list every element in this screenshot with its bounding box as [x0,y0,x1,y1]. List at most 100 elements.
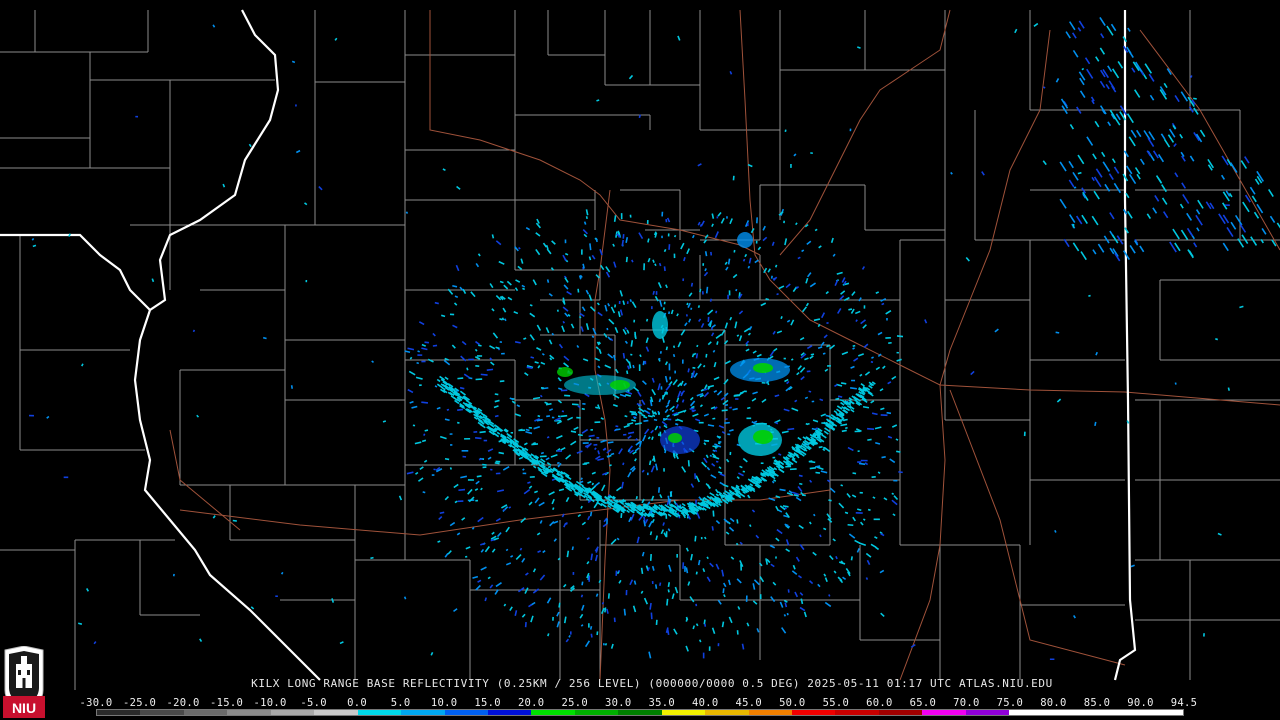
echo-pixel [570,430,577,433]
echo-pixel [733,394,741,397]
echo-pixel [478,458,483,461]
echo-pixel [545,402,552,406]
echo-pixel [635,495,638,500]
colorbar-tick-label: 35.0 [648,697,675,709]
echo-pixel [810,353,815,356]
echo-pixel [571,546,574,551]
echo-pixel [596,99,600,102]
echo-pixel [1042,86,1046,89]
echo-pixel [1239,305,1244,309]
echo-pixel [722,588,725,594]
echo-pixel [839,399,844,402]
echo-pixel [663,266,666,272]
echo-pixel [815,465,821,468]
echo-pixel [530,356,535,359]
echo-pixel [696,344,699,348]
echo-pixel [564,258,567,262]
echo-pixel [654,584,658,589]
echo-pixel [655,535,659,541]
echo-pixel [609,464,612,467]
echo-pixel [604,643,608,646]
echo-pixel [844,511,849,515]
colorbar-segment [1052,710,1097,715]
colorbar-segment [183,710,228,715]
echo-pixel [409,356,413,360]
echo-pixel [606,608,609,614]
echo-pixel [503,318,507,322]
reflectivity-colorbar [96,709,1184,716]
colorbar-tick-label: 85.0 [1083,697,1111,709]
echo-pixel [667,582,671,588]
echo-pixel [1193,97,1197,100]
echo-pixel [491,234,495,239]
echo-pixel [580,477,583,480]
echo-pixel [486,368,494,371]
echo-pixel [709,454,713,458]
echo-pixel [536,418,543,422]
echo-pixel [813,513,816,517]
echo-pixel [742,258,746,262]
echo-pixel [649,531,653,536]
echo-pixel [562,320,566,324]
echo-pixel [615,428,621,431]
echo-pixel [724,403,729,407]
echo-pixel [891,492,895,495]
echo-pixel [840,423,848,427]
echo-pixel [533,396,541,400]
echo-pixel [613,215,617,222]
echo-pixel [480,487,483,491]
echo-pixel [501,317,505,321]
echo-pixel [693,352,697,356]
echo-pixel [689,407,695,410]
echo-pixel [736,334,740,337]
echo-pixel [634,422,642,426]
echo-pixel [704,268,707,272]
echo-pixel [717,435,721,439]
echo-pixel [616,571,620,575]
colorbar-segment [748,710,792,715]
echo-pixel [709,298,713,302]
echo-pixel [531,443,539,446]
echo-pixel [480,373,488,376]
echo-pixel [667,589,670,593]
echo-pixel [1094,421,1097,427]
echo-pixel [585,216,588,220]
echo-pixel [551,332,555,336]
echo-pixel [514,341,521,344]
echo-pixel [716,341,719,345]
echo-pixel [872,496,876,499]
echo-pixel [799,482,803,486]
echo-pixel [895,438,899,441]
echo-pixel [657,487,661,493]
echo-pixel [439,511,445,515]
echo-pixel [755,422,763,425]
echo-pixel [518,247,521,250]
echo-pixel [622,352,626,359]
echo-pixel [808,390,812,393]
echo-pixel [691,405,695,409]
echo-pixel [881,302,885,306]
colorbar-tick-label: 0.0 [347,697,368,709]
echo-pixel [498,451,505,455]
echo-pixel [508,506,512,509]
echo-pixel [568,634,571,638]
echo-pixel [606,455,611,458]
echo-pixel [416,361,420,365]
echo-pixel [503,603,507,607]
echo-pixel [691,353,695,358]
echo-pixel [659,351,662,354]
echo-pixel [823,527,827,531]
echo-pixel [629,299,633,303]
echo-pixel [819,534,822,538]
echo-pixel [835,397,840,401]
colorbar-segment [922,710,966,715]
echo-pixel [828,594,831,597]
echo-pixel [632,364,635,369]
echo-pixel [625,256,628,263]
echo-pixel [702,364,706,368]
echo-pixel [631,259,634,263]
echo-pixel [552,507,555,511]
echo-pixel [798,474,803,477]
echo-pixel [417,350,420,353]
echo-pixel [631,412,638,416]
